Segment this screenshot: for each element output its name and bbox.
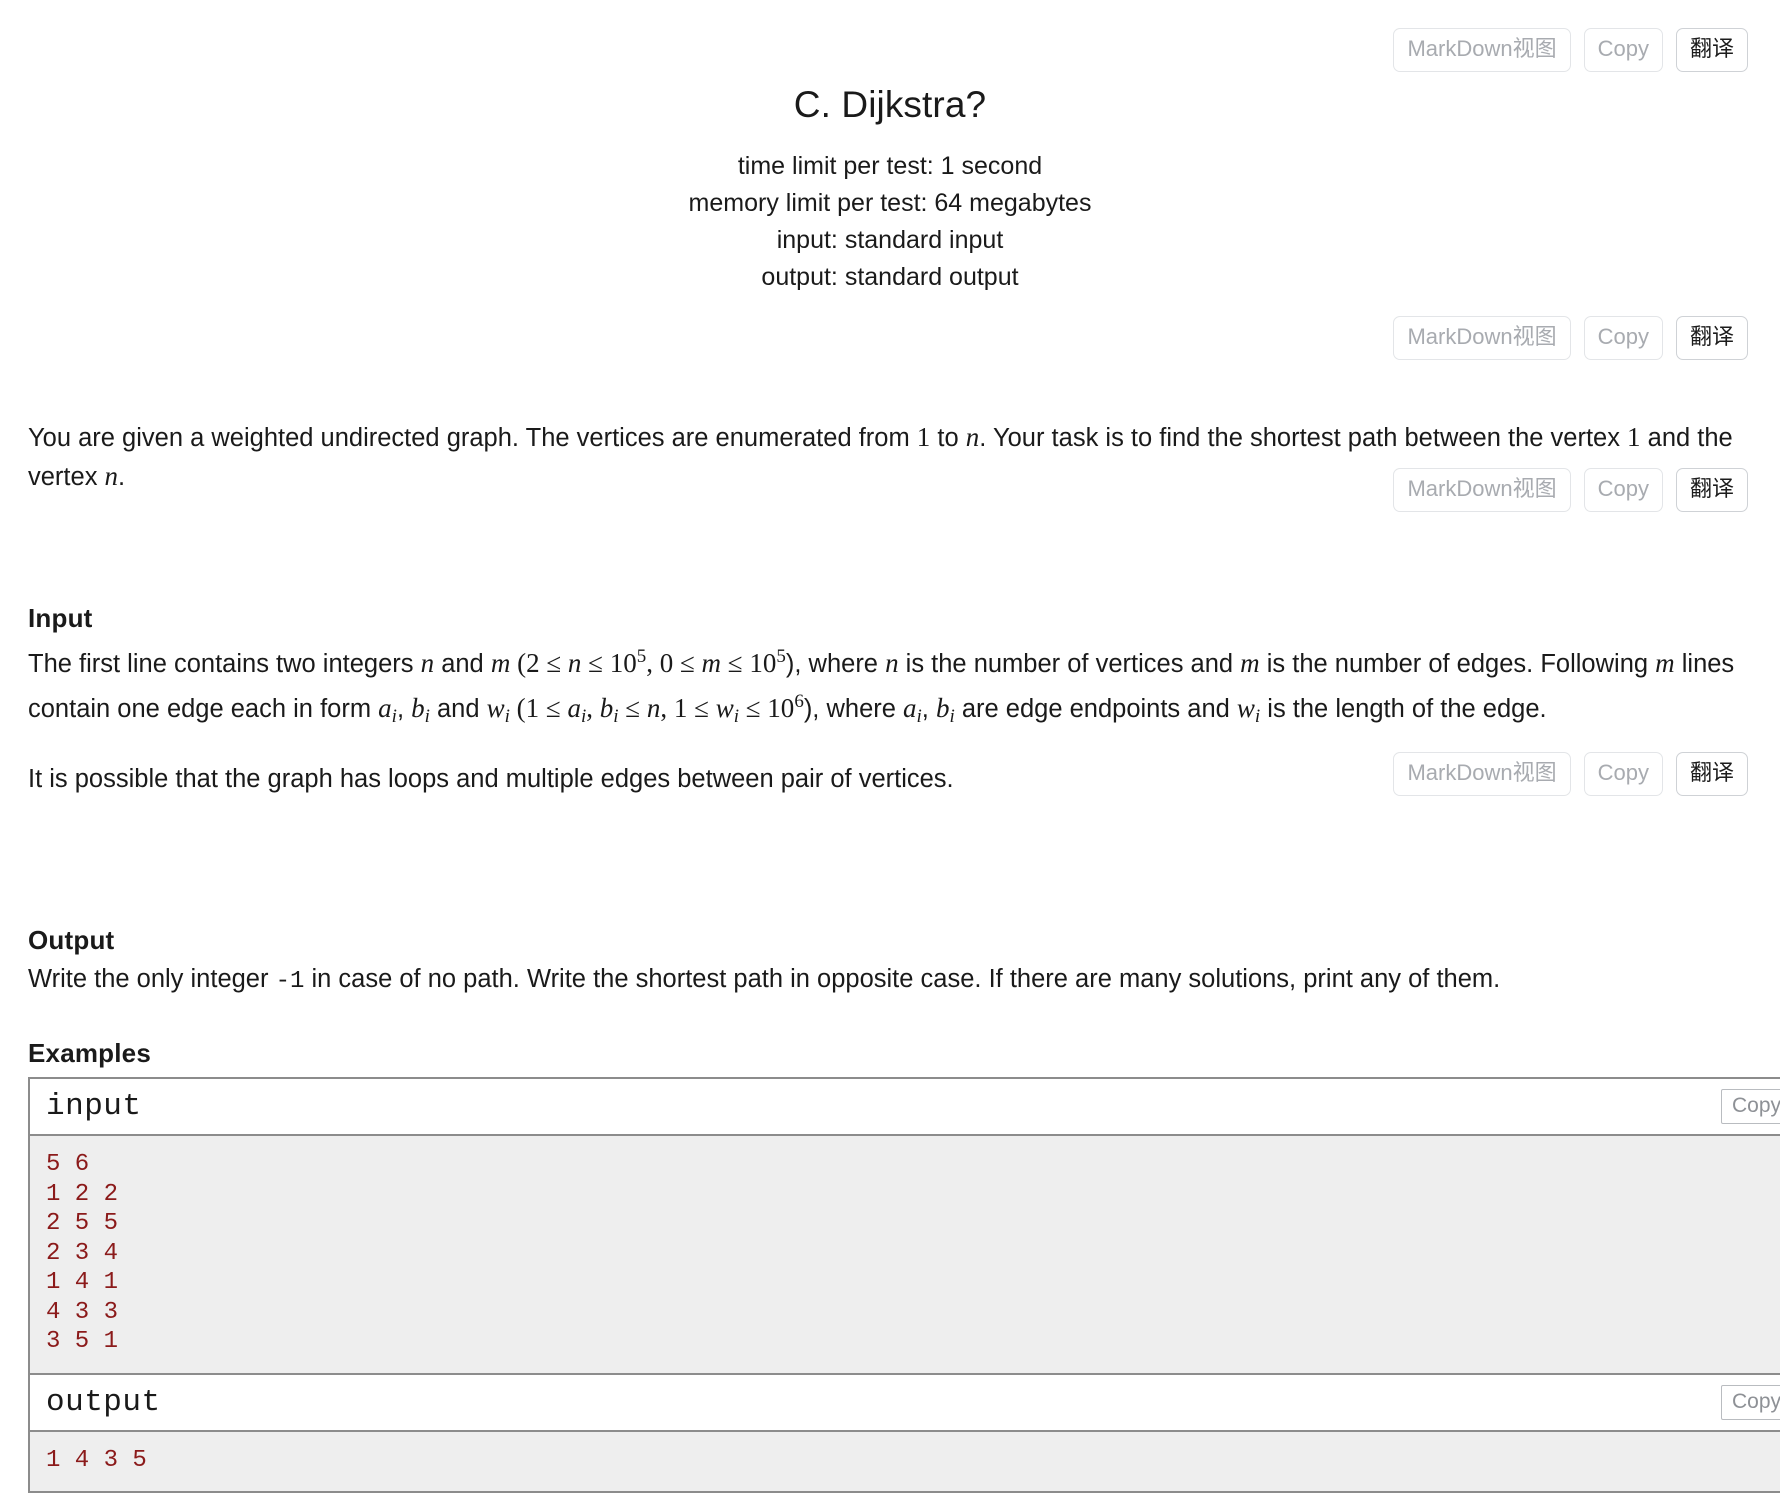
text-fragment: , [921, 694, 936, 723]
sample-output-header: output Copy [30, 1372, 1780, 1430]
math-a: a [378, 692, 392, 723]
memory-limit: memory limit per test: 64 megabytes [688, 189, 1092, 217]
sample-output-label: output [46, 1384, 161, 1420]
math-w: w [486, 692, 505, 723]
math-n: n [965, 422, 980, 452]
sample-input-header: input Copy [30, 1079, 1780, 1135]
sample-test-box: input Copy 5 6 1 2 2 2 5 5 2 3 4 1 4 1 4… [28, 1077, 1780, 1493]
text-fragment: Following [1540, 649, 1656, 678]
math-b: b [411, 692, 425, 723]
text-fragment: and [434, 649, 491, 678]
output-spec: output: standard output [761, 263, 1019, 291]
sample-input-copy-button[interactable]: Copy [1720, 1089, 1780, 1125]
math-expr: , 1 ≤ [660, 692, 716, 723]
text-fragment: is the length of the edge. [1260, 694, 1547, 723]
math-expr: , 0 ≤ [646, 647, 702, 678]
math-one: 1 [1627, 422, 1641, 452]
text-fragment: . Your task is to find the shortest path… [979, 424, 1628, 452]
math-a: a [567, 692, 581, 723]
math-n: n [567, 647, 582, 678]
copy-button[interactable]: Copy [1583, 316, 1663, 360]
problem-header: C. Dijkstra? time limit per test: 1 seco… [0, 78, 1780, 296]
math-n: n [420, 647, 435, 678]
text-fragment: is the number of edges. [1259, 649, 1534, 678]
markdown-view-button[interactable]: MarkDown视图 [1393, 28, 1571, 72]
math-expr: (1 ≤ [509, 692, 568, 723]
math-expr: ≤ 10 [721, 647, 777, 678]
toolbar-row-input: MarkDown视图 Copy 翻译 [0, 468, 1780, 512]
translate-button[interactable]: 翻译 [1675, 752, 1748, 796]
examples-heading: Examples [28, 1038, 152, 1068]
math-superscript: 5 [776, 646, 786, 667]
text-fragment: ), where [785, 649, 886, 678]
problem-page: MarkDown视图 Copy 翻译 C. Dijkstra? time lim… [0, 0, 1780, 1493]
translate-button[interactable]: 翻译 [1675, 468, 1748, 512]
page-title: C. Dijkstra? [793, 84, 987, 125]
output-heading: Output [28, 925, 115, 955]
markdown-view-button[interactable]: MarkDown视图 [1393, 752, 1571, 796]
text-fragment: and [429, 694, 487, 723]
copy-button[interactable]: Copy [1583, 752, 1663, 796]
sample-input-label: input [46, 1089, 142, 1125]
math-expr: ≤ 10 [581, 647, 637, 678]
output-section: Output Write the only integer -1 in case… [0, 925, 1780, 1001]
math-expr: (2 ≤ [510, 647, 568, 678]
input-spec-paragraph: The first line contains two integers n a… [28, 638, 1780, 736]
math-n: n [646, 692, 661, 723]
translate-button[interactable]: 翻译 [1675, 316, 1748, 360]
math-n: n [885, 647, 899, 678]
sample-output-content: 1 4 3 5 [30, 1429, 1780, 1492]
math-w: w [715, 692, 734, 723]
text-fragment: in case of no path. Write the shortest p… [304, 965, 1501, 993]
math-b: b [599, 692, 614, 723]
toolbar-row-header: MarkDown视图 Copy 翻译 [0, 28, 1780, 72]
text-fragment: Write the only integer [28, 965, 276, 993]
text-fragment: , [396, 694, 412, 723]
copy-button[interactable]: Copy [1583, 468, 1663, 512]
markdown-view-button[interactable]: MarkDown视图 [1393, 316, 1571, 360]
markdown-view-button[interactable]: MarkDown视图 [1393, 468, 1571, 512]
toolbar-row-output: MarkDown视图 Copy 翻译 [0, 752, 1780, 796]
math-m: m [701, 647, 722, 678]
math-m: m [1655, 647, 1675, 678]
toolbar-row-statement: MarkDown视图 Copy 翻译 [0, 316, 1780, 360]
math-one: 1 [916, 422, 931, 452]
math-a: a [903, 692, 917, 723]
translate-button[interactable]: 翻译 [1675, 28, 1748, 72]
text-fragment: The first line contains two integers [28, 649, 421, 678]
math-expr: , [586, 692, 600, 723]
sample-output-copy-button[interactable]: Copy [1720, 1384, 1780, 1420]
math-superscript: 5 [636, 646, 647, 667]
text-fragment: are edge endpoints and [954, 694, 1237, 723]
math-b: b [935, 692, 950, 723]
input-spec: input: standard input [776, 226, 1004, 254]
text-fragment: is the number of vertices and [898, 649, 1241, 678]
examples-section: Examples input Copy 5 6 1 2 2 2 5 5 2 3 … [0, 1038, 1780, 1493]
output-spec-paragraph: Write the only integer -1 in case of no … [28, 960, 1780, 1001]
math-m: m [490, 647, 511, 678]
copy-button[interactable]: Copy [1583, 28, 1663, 72]
math-superscript: 6 [794, 690, 804, 712]
text-fragment: to [930, 424, 966, 452]
inline-code: -1 [275, 968, 305, 995]
text-fragment: ), where [803, 694, 904, 723]
math-m: m [1240, 647, 1260, 678]
math-w: w [1236, 692, 1255, 723]
text-fragment: You are given a weighted undirected grap… [28, 424, 917, 452]
time-limit: time limit per test: 1 second [737, 152, 1043, 180]
math-expr: ≤ 10 [738, 692, 795, 723]
input-heading: Input [28, 603, 93, 633]
sample-input-content: 5 6 1 2 2 2 5 5 2 3 4 1 4 1 4 3 3 3 5 1 [30, 1134, 1780, 1373]
math-expr: ≤ [618, 692, 647, 723]
